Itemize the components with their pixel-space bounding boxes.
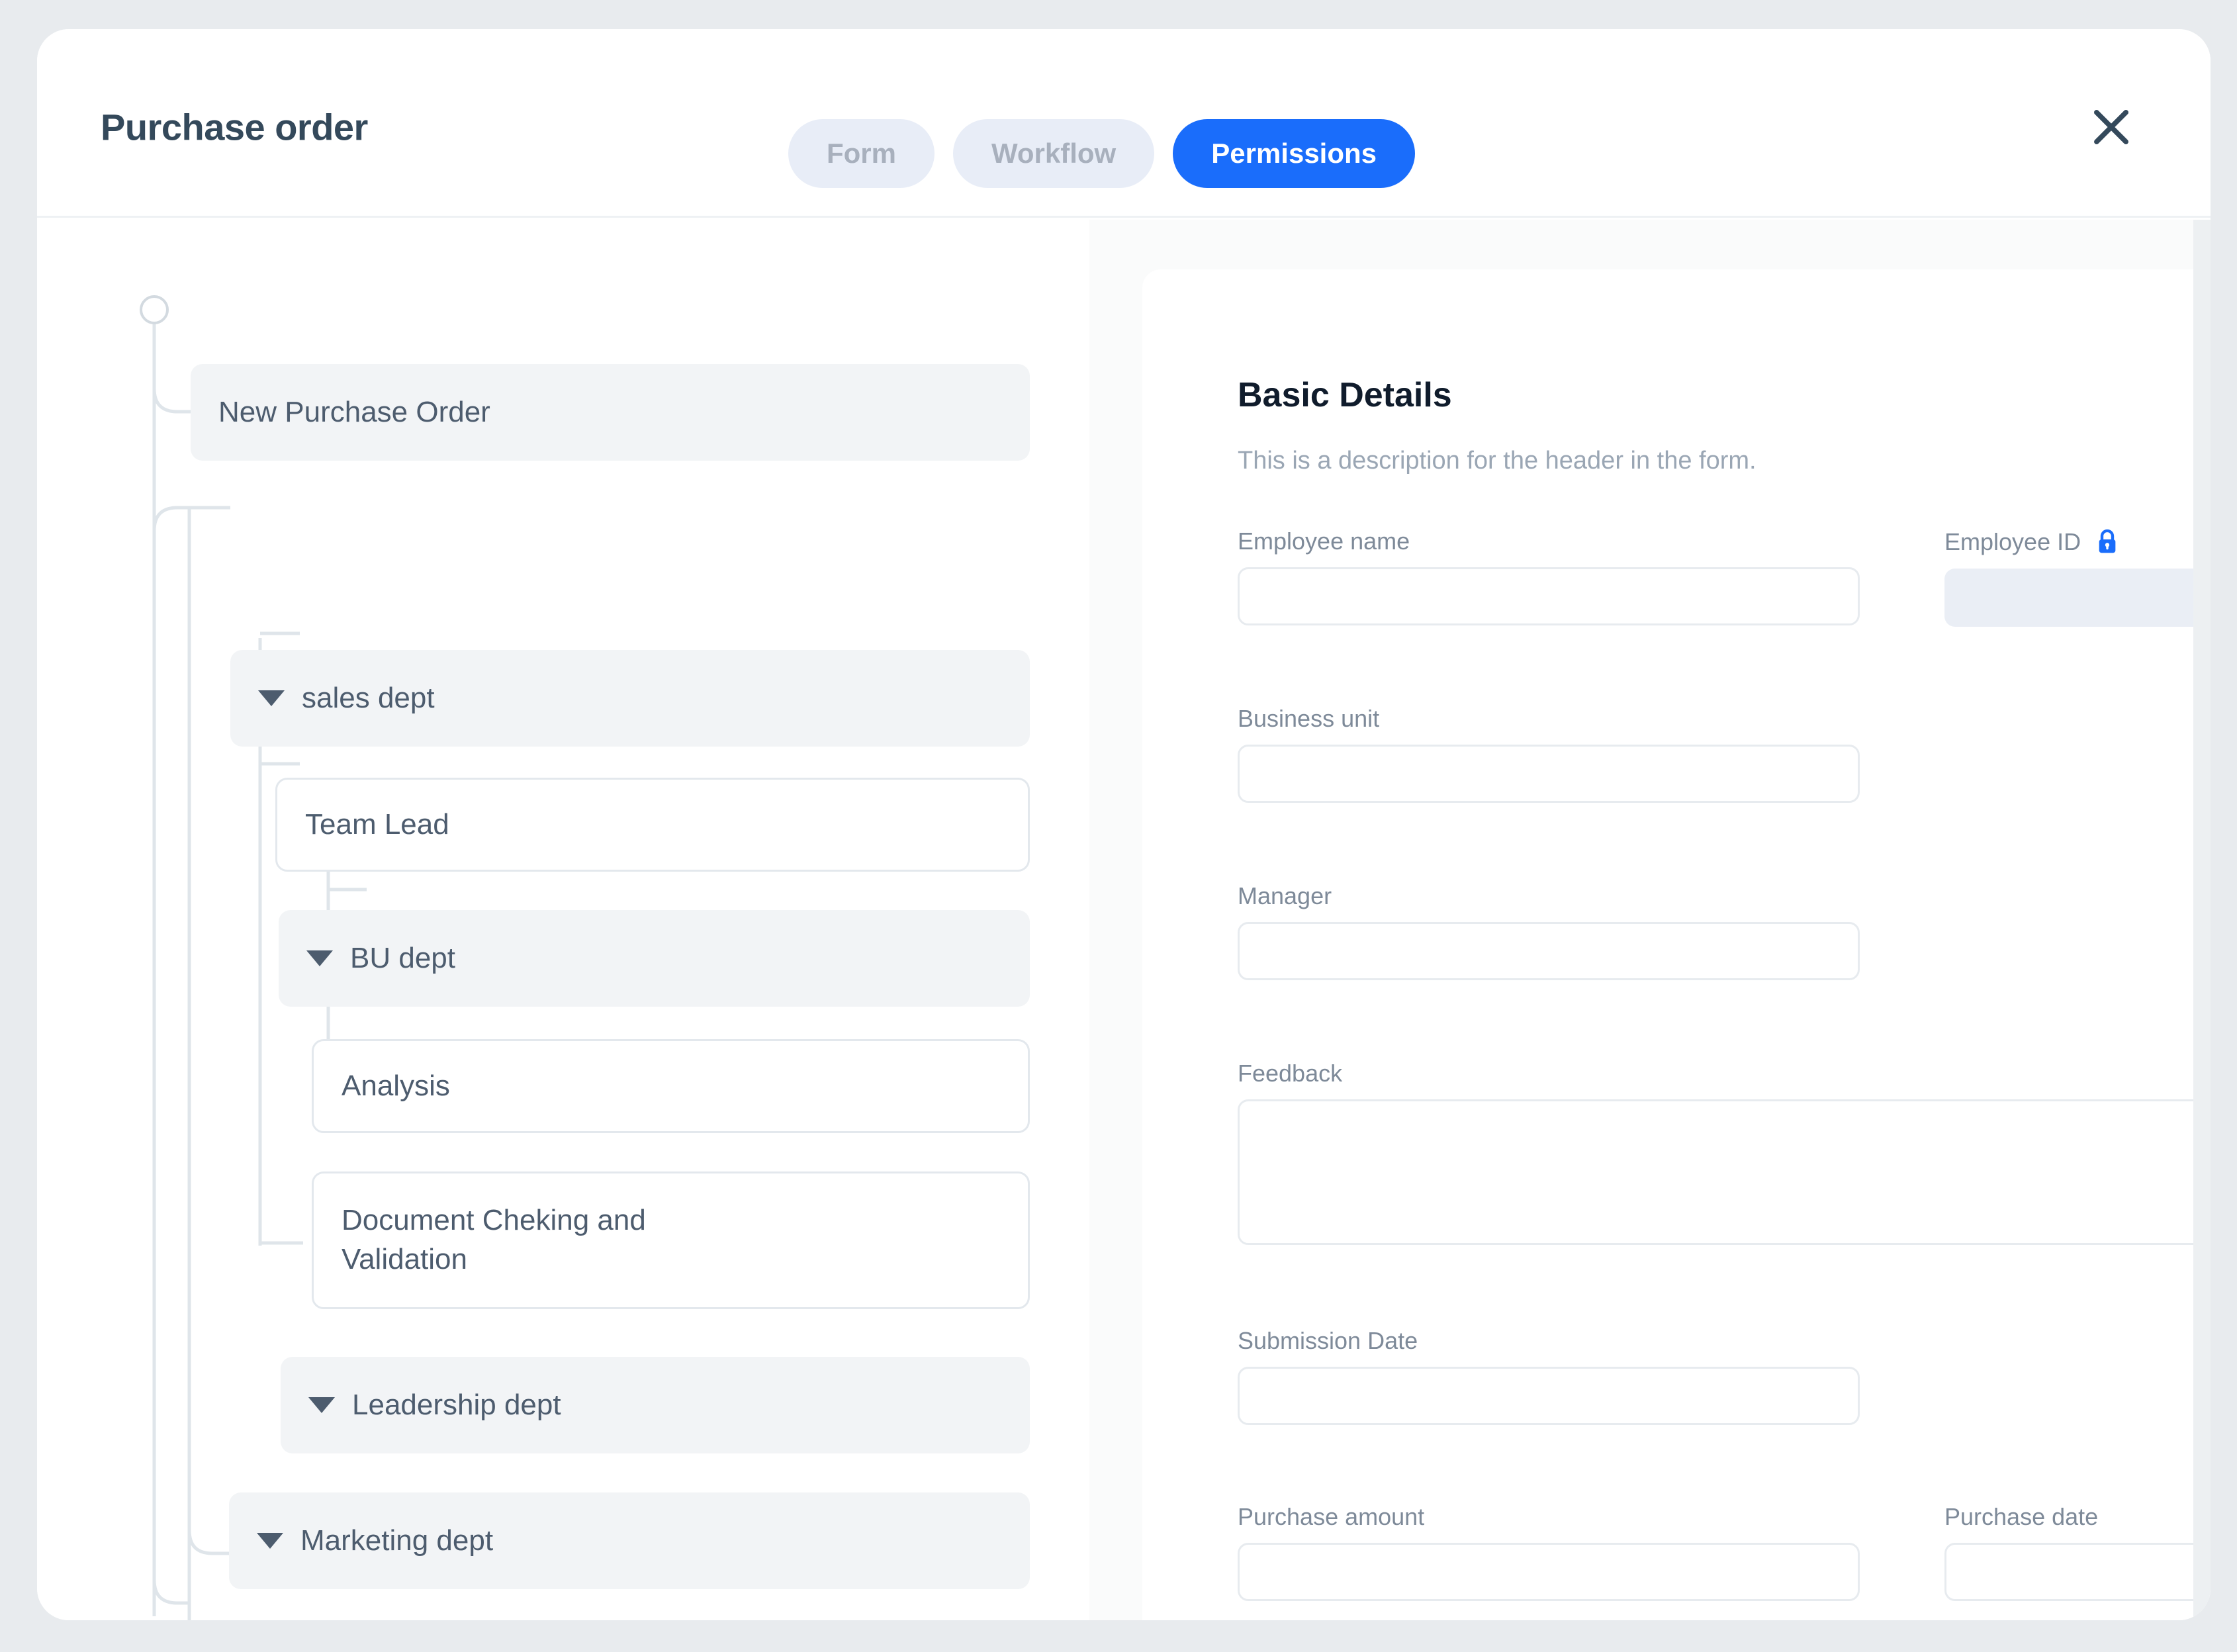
purchase-amount-input[interactable]: [1238, 1543, 1860, 1601]
tab-bar: Form Workflow Permissions: [788, 119, 1416, 188]
tree-node-label: Team Lead: [305, 807, 449, 841]
manager-input[interactable]: [1238, 922, 1860, 980]
tree-node-label: Analysis: [342, 1069, 450, 1102]
field-submission-date: Submission Date: [1238, 1327, 1860, 1425]
field-employee-name: Employee name: [1238, 528, 1860, 625]
tree-node-analysis[interactable]: Analysis: [312, 1039, 1030, 1133]
tree-root-dot[interactable]: [140, 295, 169, 324]
feedback-textarea[interactable]: [1238, 1099, 2211, 1245]
form-pane: Basic Details This is a description for …: [1089, 220, 2211, 1620]
field-feedback: Feedback: [1238, 1060, 2211, 1248]
field-employee-id: Employee ID: [1944, 528, 2211, 627]
field-label: Submission Date: [1238, 1327, 1418, 1354]
form-section-title: Basic Details: [1238, 376, 1452, 414]
app-frame: Purchase order Form Workflow Permissions: [0, 0, 2237, 1652]
tree-node-sales-dept[interactable]: sales dept: [230, 650, 1030, 747]
field-purchase-amount: Purchase amount: [1238, 1503, 1860, 1601]
tree-node-label: sales dept: [302, 681, 435, 714]
page-title: Purchase order: [101, 106, 368, 148]
employee-id-input[interactable]: [1944, 569, 2211, 627]
field-label: Purchase date: [1944, 1503, 2099, 1530]
tree-node-label: Leadership dept: [352, 1388, 561, 1421]
chevron-down-icon: [308, 1397, 335, 1413]
workflow-tree-pane: New Purchase Order sales dept Team Lead …: [37, 220, 1089, 1620]
employee-name-input[interactable]: [1238, 567, 1860, 625]
tree-node-marketing-dept[interactable]: Marketing dept: [229, 1492, 1030, 1589]
field-business-unit: Business unit: [1238, 705, 1860, 803]
tree-node-label: New Purchase Order: [218, 395, 490, 428]
field-purchase-date: Purchase date: [1944, 1503, 2211, 1601]
lock-icon: [2099, 529, 2116, 553]
field-label: Employee ID: [1944, 528, 2211, 557]
field-label: Purchase amount: [1238, 1503, 1425, 1530]
purchase-date-input[interactable]: [1944, 1543, 2211, 1601]
form-scrollbar[interactable]: [2193, 220, 2211, 1620]
close-x-icon: [2094, 110, 2128, 144]
tab-permissions[interactable]: Permissions: [1173, 119, 1416, 188]
tree-node-document-checking[interactable]: Document Cheking and Validation: [312, 1171, 1030, 1309]
tree-node-leadership-dept[interactable]: Leadership dept: [281, 1357, 1030, 1453]
tab-form[interactable]: Form: [788, 119, 935, 188]
form-card: Basic Details This is a description for …: [1142, 269, 2211, 1620]
tree-node-label: Marketing dept: [300, 1524, 494, 1557]
tab-workflow[interactable]: Workflow: [953, 119, 1155, 188]
business-unit-input[interactable]: [1238, 745, 1860, 803]
field-label: Manager: [1238, 882, 1332, 909]
chevron-down-icon: [306, 950, 333, 966]
field-label: Employee name: [1238, 528, 1410, 555]
tree-node-team-lead[interactable]: Team Lead: [275, 778, 1030, 872]
field-label: Feedback: [1238, 1060, 1343, 1087]
tree-node-label: Document Cheking and Validation: [342, 1204, 646, 1275]
field-label: Business unit: [1238, 705, 1380, 732]
tree-node-bu-dept[interactable]: BU dept: [279, 910, 1030, 1007]
modal-body: New Purchase Order sales dept Team Lead …: [37, 220, 2211, 1620]
tree-node-label: BU dept: [350, 941, 455, 974]
modal-header: Purchase order Form Workflow Permissions: [37, 29, 2211, 218]
tree-node-new-purchase-order[interactable]: New Purchase Order: [191, 364, 1030, 461]
field-manager: Manager: [1238, 882, 1860, 980]
close-button[interactable]: [2081, 97, 2142, 158]
chevron-down-icon: [257, 1533, 283, 1549]
chevron-down-icon: [258, 690, 285, 706]
submission-date-input[interactable]: [1238, 1367, 1860, 1425]
form-section-description: This is a description for the header in …: [1238, 447, 1757, 475]
purchase-order-modal: Purchase order Form Workflow Permissions: [37, 29, 2211, 1620]
tree-canvas: New Purchase Order sales dept Team Lead …: [37, 220, 1089, 1620]
